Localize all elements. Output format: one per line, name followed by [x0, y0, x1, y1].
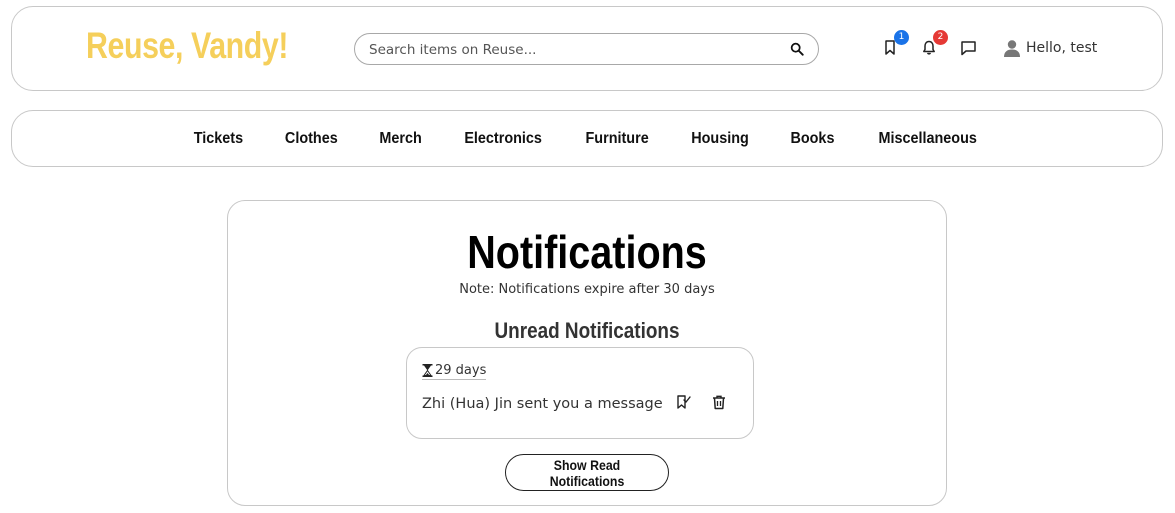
expiry-days: 29 days	[435, 363, 487, 378]
nav-item-furniture[interactable]: Furniture	[570, 130, 666, 148]
saved-items-button[interactable]: 1	[881, 30, 909, 58]
show-read-label: Show Read Notifications	[549, 456, 625, 489]
page-title: Notifications	[467, 226, 707, 278]
search-bar	[354, 33, 819, 65]
expiry-note: Note: Notifications expire after 30 days	[459, 282, 715, 297]
user-avatar-icon	[1004, 40, 1020, 57]
user-menu[interactable]: Hello, test	[1002, 38, 1097, 58]
nav-item-books[interactable]: Books	[775, 130, 851, 148]
nav-item-merch[interactable]: Merch	[363, 130, 438, 148]
mark-read-icon[interactable]	[675, 394, 691, 410]
nav-item-clothes[interactable]: Clothes	[269, 130, 354, 148]
notification-actions	[675, 394, 727, 410]
search-input[interactable]	[369, 39, 779, 61]
messages-button[interactable]	[959, 38, 979, 58]
search-icon[interactable]	[790, 42, 804, 56]
notifications-panel: Notifications Note: Notifications expire…	[227, 200, 947, 506]
category-nav: Tickets Clothes Merch Electronics Furnit…	[11, 110, 1163, 167]
notifications-button[interactable]: 2	[920, 30, 948, 58]
expiry-indicator: 29 days	[422, 363, 487, 380]
hourglass-icon	[422, 364, 433, 377]
brand-logo[interactable]: Reuse, Vandy!	[86, 25, 288, 67]
top-header: Reuse, Vandy! 1 2 Hello, test	[11, 6, 1163, 91]
nav-item-electronics[interactable]: Electronics	[448, 130, 558, 148]
notification-count-badge: 2	[933, 30, 948, 45]
nav-item-tickets[interactable]: Tickets	[178, 130, 260, 148]
nav-item-housing[interactable]: Housing	[675, 130, 765, 148]
saved-count-badge: 1	[894, 30, 909, 45]
show-read-notifications-button[interactable]: Show Read Notifications	[505, 454, 669, 491]
chat-icon	[961, 41, 976, 56]
trash-icon[interactable]	[711, 394, 727, 410]
nav-item-miscellaneous[interactable]: Miscellaneous	[863, 130, 994, 148]
category-list: Tickets Clothes Merch Electronics Furnit…	[12, 111, 1162, 166]
user-greeting: Hello, test	[1026, 40, 1098, 56]
notification-message[interactable]: Zhi (Hua) Jin sent you a message	[422, 396, 663, 412]
notification-card: 29 days Zhi (Hua) Jin sent you a message	[406, 347, 754, 439]
unread-section-title: Unread Notifications	[494, 318, 680, 343]
